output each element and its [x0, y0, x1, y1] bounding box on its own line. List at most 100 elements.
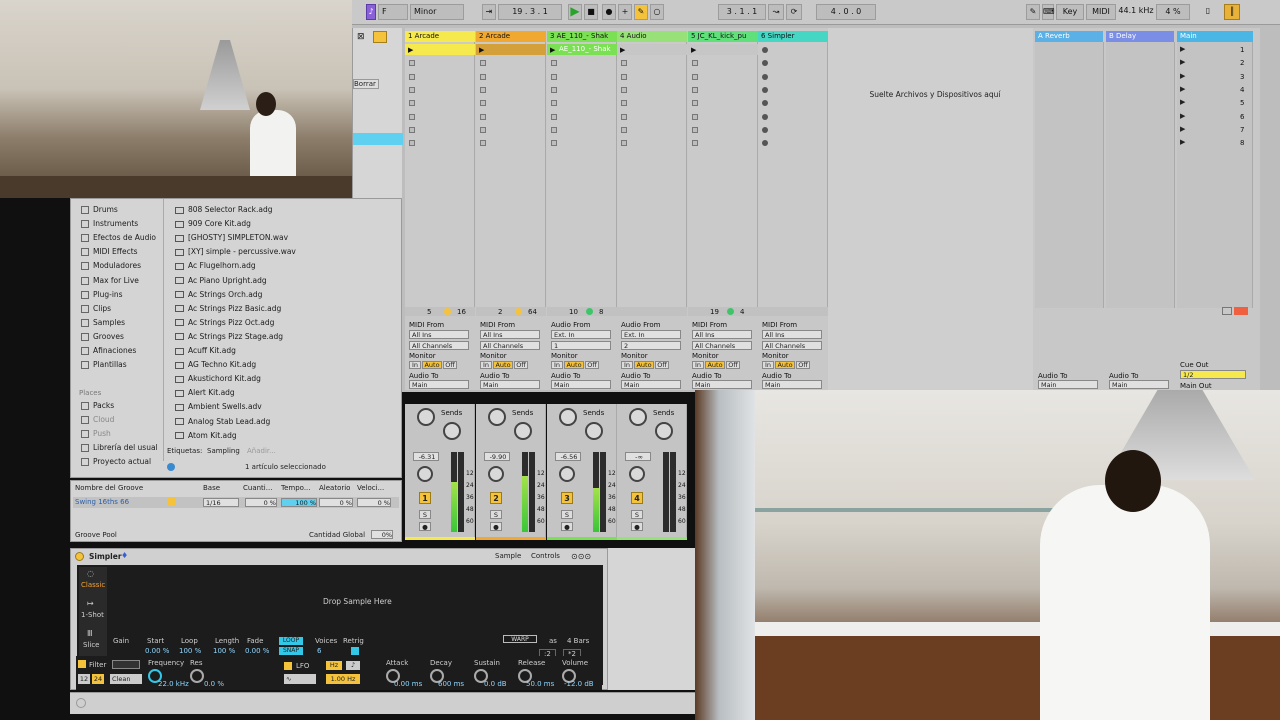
input-channel-select[interactable]: 1	[551, 341, 611, 350]
scene-number[interactable]: 8	[1240, 139, 1244, 147]
retrig-toggle[interactable]	[351, 647, 359, 655]
tag-sampling[interactable]: Sampling	[207, 447, 240, 455]
output-select[interactable]: Main	[551, 380, 611, 389]
lfo-hz-button[interactable]: Hz	[326, 661, 342, 670]
browser-place[interactable]: Proyecto actual	[81, 455, 166, 469]
device-settings-icon[interactable]: ⊙⊙⊙	[571, 552, 591, 561]
arm-button[interactable]: ●	[490, 522, 502, 531]
browser-category[interactable]: Efectos de Audio	[81, 231, 166, 245]
groove-row[interactable]: Swing 16ths 66 1/16 0 % 100 % 0 % 0 %	[73, 497, 399, 508]
send-a-knob[interactable]	[559, 408, 577, 426]
param-value[interactable]: 100 %	[179, 647, 201, 655]
pan-knob[interactable]	[629, 466, 645, 482]
browser-category[interactable]: Clips	[81, 302, 166, 316]
sustain-value[interactable]: 0.0 dB	[484, 680, 507, 688]
clip-slot-active[interactable]	[476, 44, 546, 55]
clip-stop-icon[interactable]	[480, 86, 486, 93]
clip-stop-icon[interactable]	[409, 126, 415, 133]
lfo-sync-button[interactable]: ♪	[346, 661, 360, 670]
arrangement-position[interactable]: 19 . 3 . 1	[498, 4, 562, 20]
browser-file[interactable]: Ac Strings Orch.adg	[175, 288, 375, 302]
session-record-icon[interactable]: ○	[650, 4, 664, 20]
lfo-rate-value[interactable]: 1.00 Hz	[326, 674, 360, 684]
scene-launch-icon[interactable]: ▶	[1180, 125, 1185, 133]
clip-stop-icon[interactable]	[621, 86, 627, 93]
track-header[interactable]: 4 Audio	[617, 31, 687, 42]
oneshot-mode-icon[interactable]: ↦	[87, 599, 94, 608]
play-icon[interactable]: ▶	[568, 4, 582, 20]
preview-icon[interactable]	[167, 463, 175, 471]
res-knob[interactable]	[190, 669, 204, 683]
volume-value[interactable]: -9.90	[484, 452, 510, 461]
slice-mode-icon[interactable]: Ⅲ	[87, 629, 93, 638]
monitor-off-button[interactable]: Off	[514, 361, 528, 369]
input-channel-select[interactable]: All Channels	[762, 341, 822, 350]
output-select[interactable]: Main	[692, 380, 752, 389]
voices-value[interactable]: 6	[317, 647, 321, 655]
monitor-off-button[interactable]: Off	[443, 361, 457, 369]
automation-arm-icon[interactable]: ✎	[634, 4, 648, 20]
scene-number[interactable]: 6	[1240, 113, 1244, 121]
clip-stop-icon[interactable]	[409, 140, 415, 147]
browser-category[interactable]: Instruments	[81, 217, 166, 231]
volume-value[interactable]: -∞	[625, 452, 651, 461]
clip-stop-icon[interactable]	[551, 60, 557, 67]
output-select[interactable]: Main	[409, 380, 469, 389]
monitor-off-button[interactable]: Off	[796, 361, 810, 369]
clip-play-icon[interactable]: ▶	[479, 46, 484, 54]
monitor-off-button[interactable]: Off	[585, 361, 599, 369]
clip-stop-icon[interactable]	[551, 113, 557, 120]
param-value[interactable]: 0.00 %	[245, 647, 269, 655]
browser-category[interactable]: Drums	[81, 203, 166, 217]
pan-knob[interactable]	[488, 466, 504, 482]
arm-button[interactable]: ●	[561, 522, 573, 531]
clip-stop-icon[interactable]	[621, 60, 627, 67]
groove-quantize[interactable]: 0 %	[245, 498, 277, 507]
release-value[interactable]: 50.0 ms	[526, 680, 554, 688]
browser-category[interactable]: Grooves	[81, 330, 166, 344]
clip-stop-icon[interactable]	[551, 73, 557, 80]
scene-number[interactable]: 4	[1240, 86, 1244, 94]
monitor-in-button[interactable]: In	[551, 361, 563, 369]
browser-file[interactable]: Atom Kit.adg	[175, 429, 375, 443]
clip-stop-icon[interactable]	[409, 86, 415, 93]
send-a-knob[interactable]	[488, 408, 506, 426]
monitor-in-button[interactable]: In	[762, 361, 774, 369]
keyboard-icon[interactable]: ⌨	[1042, 4, 1055, 20]
pan-knob[interactable]	[417, 466, 433, 482]
scene-number[interactable]: 5	[1240, 99, 1244, 107]
cue-out-select[interactable]: 1/2	[1180, 370, 1246, 379]
browser-file[interactable]: 909 Core Kit.adg	[175, 217, 375, 231]
frequency-value[interactable]: 22.0 kHz	[158, 680, 189, 688]
monitor-in-button[interactable]: In	[692, 361, 704, 369]
follow-button[interactable]: ⇥	[482, 4, 496, 20]
clip-slot-active[interactable]	[688, 44, 758, 55]
output-select[interactable]: Main	[762, 380, 822, 389]
browser-file[interactable]: [XY] simple - percussive.wav	[175, 245, 375, 259]
param-value[interactable]: 0.00 %	[145, 647, 169, 655]
clip-stop-icon[interactable]	[480, 113, 486, 120]
output-select[interactable]: Main	[480, 380, 540, 389]
return-output-select[interactable]: Main	[1109, 380, 1169, 389]
global-amount-value[interactable]: 0%	[371, 530, 393, 539]
browser-file[interactable]: Acuff Kit.adg	[175, 344, 375, 358]
track-header[interactable]: 3 AE_110_- Shak	[547, 31, 617, 42]
browser-file[interactable]: [GHOSTY] SIMPLETON.wav	[175, 231, 375, 245]
clip-stop-icon[interactable]	[409, 60, 415, 67]
track-activator-button[interactable]: 3	[561, 492, 573, 504]
send-b-knob[interactable]	[655, 422, 673, 440]
stop-icon[interactable]: ■	[584, 4, 598, 20]
input-source-select[interactable]: Ext. In	[621, 330, 681, 339]
pan-knob[interactable]	[559, 466, 575, 482]
groove-base[interactable]: 1/16	[203, 498, 239, 507]
scene-number[interactable]: 7	[1240, 126, 1244, 134]
return-output-select[interactable]: Main	[1038, 380, 1098, 389]
info-icon[interactable]	[76, 698, 86, 708]
folder-icon[interactable]	[373, 31, 387, 43]
scene-launch-icon[interactable]: ▶	[1180, 98, 1185, 106]
browser-place[interactable]: Push	[81, 427, 166, 441]
clip-stop-icon[interactable]	[551, 140, 557, 147]
monitor-off-button[interactable]: Off	[655, 361, 669, 369]
volume-value[interactable]: -12.0 dB	[564, 680, 594, 688]
loop-button[interactable]: LOOP	[279, 637, 303, 645]
